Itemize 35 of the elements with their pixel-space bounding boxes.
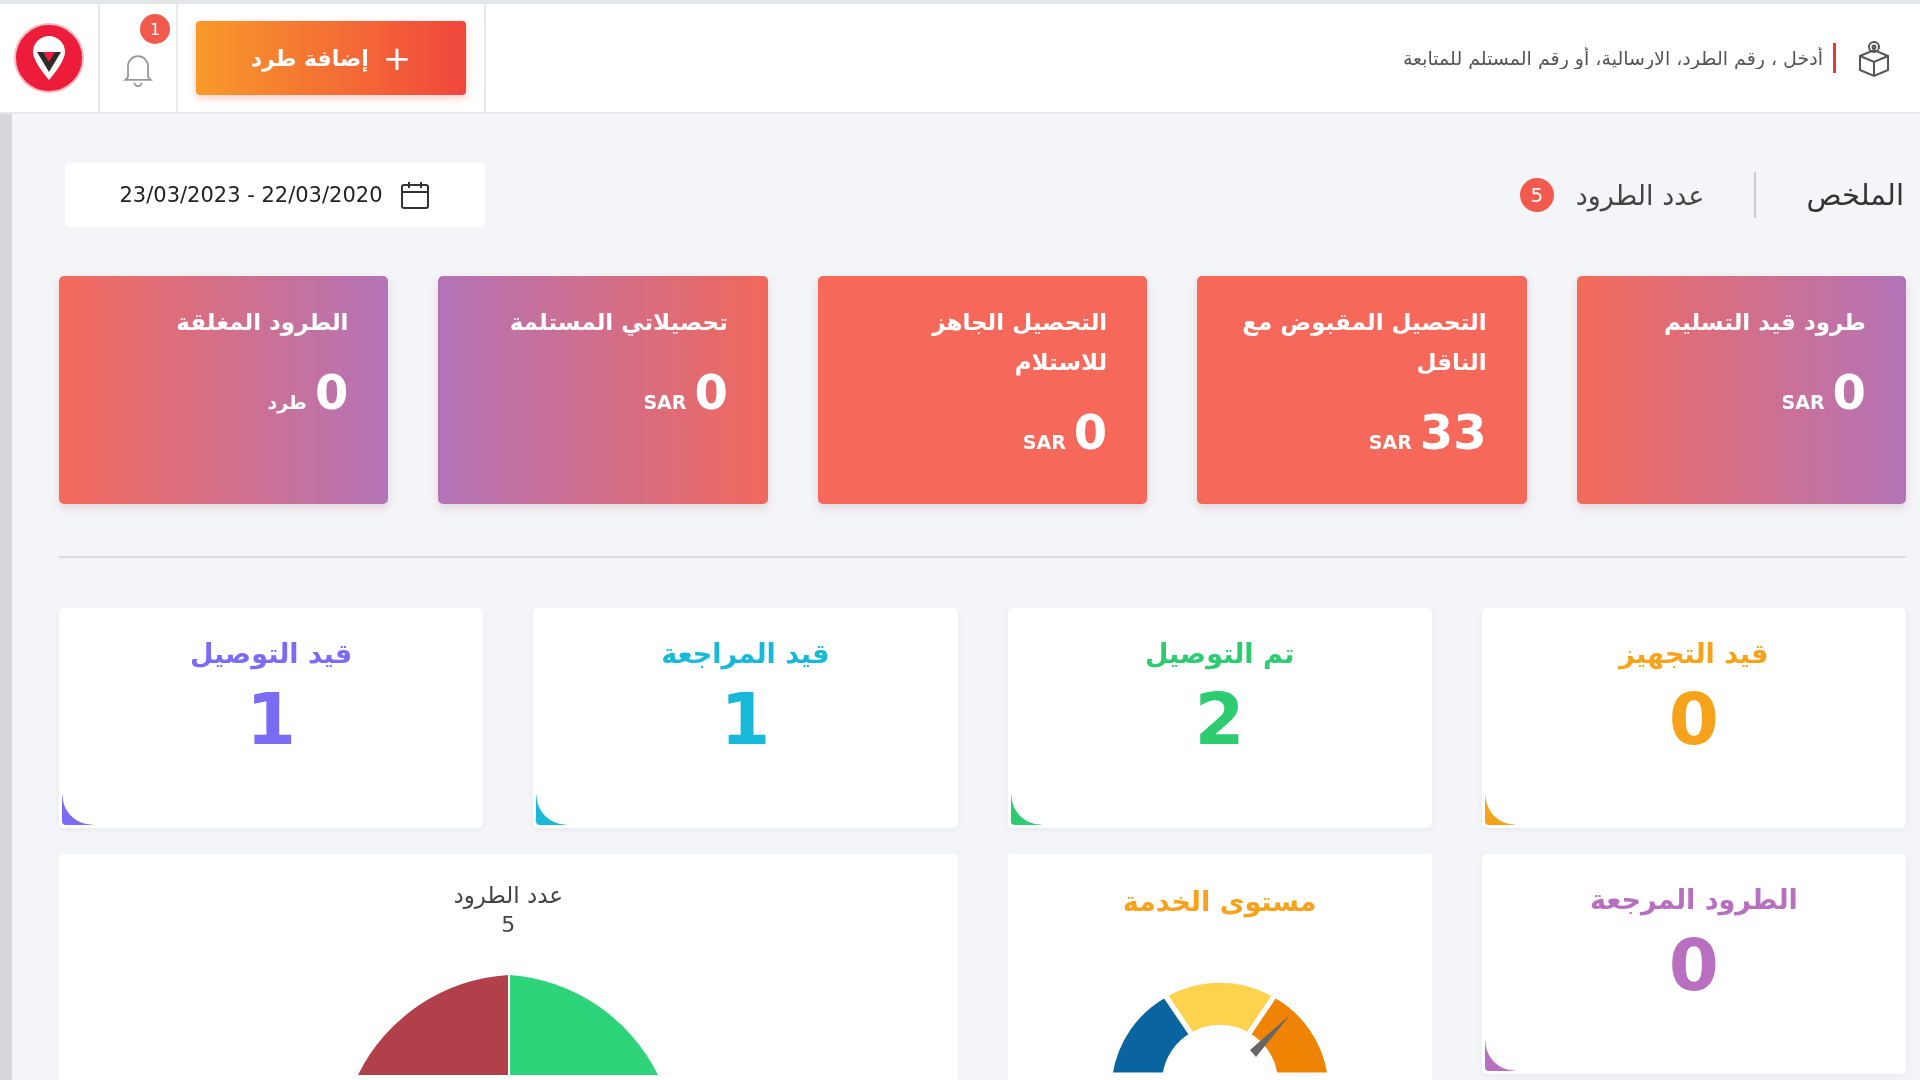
amount-value: 0 — [1073, 404, 1108, 460]
service-title: مستوى الخدمة — [1122, 886, 1317, 917]
notification-badge: 1 — [138, 12, 172, 46]
status-count: 0 — [1668, 683, 1719, 755]
status-count: 0 — [1668, 929, 1719, 1001]
amount-unit: SAR — [1781, 391, 1825, 413]
status-title: قيد التوصيل — [190, 638, 353, 669]
card-title: التحصيل الجاهز للاستلام — [930, 308, 1108, 378]
status-count: 1 — [720, 683, 771, 755]
status-count: 1 — [246, 683, 297, 755]
summary-title: الملخص — [1806, 178, 1904, 212]
status-title: قيد التجهيز — [1619, 638, 1769, 669]
chart-total: 5 — [501, 912, 516, 937]
parcels-count-label: عدد الطرود — [1575, 179, 1705, 211]
amount-value: 33 — [1419, 404, 1487, 460]
amount-unit: SAR — [643, 391, 687, 413]
amount-unit: طرد — [267, 391, 307, 413]
amount-value: 0 — [315, 364, 349, 420]
status-count: 2 — [1194, 683, 1245, 755]
card-title: طرود قيد التسليم — [1663, 308, 1866, 338]
chart-title: عدد الطرود — [453, 882, 564, 908]
status-title: تم التوصيل — [1145, 638, 1295, 669]
card-title: تحصيلاتي المستلمة — [508, 308, 728, 338]
status-title: الطرود المرجعة — [1589, 884, 1798, 915]
calendar-icon — [398, 179, 431, 211]
logo-icon[interactable] — [13, 22, 85, 94]
amount-unit: SAR — [1368, 431, 1412, 453]
card-title: الطرود المغلقة — [175, 308, 349, 338]
count-badge: 5 — [1519, 178, 1554, 212]
amount-value: 0 — [1832, 364, 1866, 420]
amount-value: 0 — [694, 364, 728, 420]
date-range-field[interactable]: 23/03/2023 - 22/03/2020 — [65, 163, 485, 227]
card-title: التحصيل المقبوض مع الناقل — [1241, 308, 1487, 377]
amount-unit: SAR — [1022, 431, 1066, 453]
status-title: قيد المراجعة — [661, 638, 830, 669]
